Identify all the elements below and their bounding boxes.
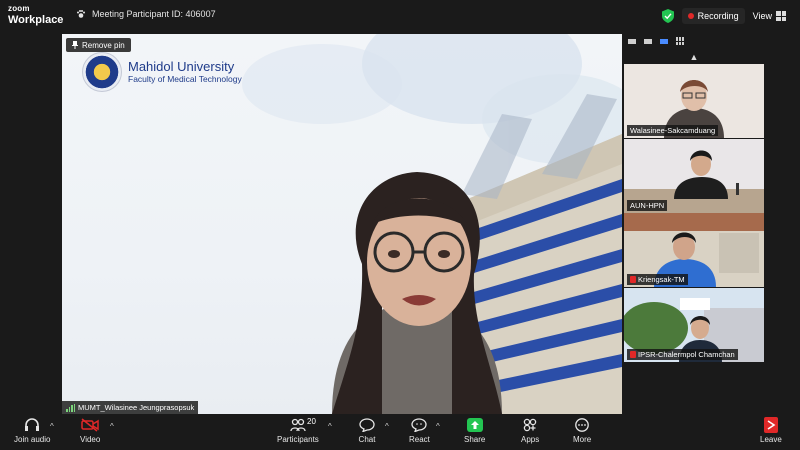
shield-icon[interactable] [661, 9, 674, 23]
share-screen-icon [466, 417, 484, 433]
brand-line-1: zoom [8, 4, 30, 13]
meeting-info[interactable]: Meeting Participant ID: 406007 [76, 9, 216, 19]
pin-icon [72, 41, 78, 49]
react-icon [410, 417, 428, 433]
react-label: React [409, 435, 430, 444]
meeting-id-label: Meeting Participant ID: 406007 [92, 9, 216, 19]
more-button[interactable]: More [573, 417, 591, 444]
chevron-up-icon[interactable]: ^ [436, 422, 440, 431]
participant-tile-1[interactable]: Walasinee-Sakcamduang [624, 64, 764, 138]
leave-icon [762, 417, 780, 433]
chat-button[interactable]: Chat [358, 417, 376, 444]
remove-pin-button[interactable]: Remove pin [66, 38, 131, 52]
main-participant-name: MUMT_Wilasinee Jeungprasopsuk [78, 403, 195, 412]
participants-label: Participants [277, 435, 319, 444]
participant-tile-4[interactable]: IPSR-Chalermpol Chamchan [624, 288, 764, 362]
gallery-grid-icon[interactable] [676, 37, 684, 45]
participant-name-tag-1: Walasinee-Sakcamduang [627, 125, 719, 136]
layout-option-1-icon[interactable] [628, 38, 636, 44]
grid-icon [776, 11, 786, 21]
participant-name-tag-4: IPSR-Chalermpol Chamchan [627, 349, 738, 360]
layout-option-2-icon[interactable] [644, 38, 652, 44]
share-button[interactable]: Share [464, 417, 485, 444]
brand-line-2: Workplace [8, 14, 64, 26]
more-icon [573, 417, 591, 433]
share-label: Share [464, 435, 486, 444]
zoom-logo: zoom Workplace [8, 5, 63, 26]
participant-tile-3[interactable]: Kriengsak-TM [624, 213, 764, 287]
chevron-up-icon[interactable]: ^ [385, 422, 389, 431]
leave-button[interactable]: Leave [760, 417, 782, 444]
recording-dot-icon [687, 13, 694, 19]
remove-pin-label: Remove pin [82, 40, 125, 50]
recording-indicator[interactable]: Recording [681, 8, 745, 24]
chevron-up-icon[interactable]: ^ [50, 422, 54, 431]
university-logo: Mahidol University Faculty of Medical Te… [82, 52, 242, 92]
view-label: View [752, 11, 772, 21]
apps-icon [521, 417, 539, 433]
signal-icon [66, 403, 75, 412]
paw-icon [77, 10, 85, 18]
video-off-icon [81, 417, 99, 433]
join-audio-label: Join audio [14, 435, 51, 444]
layout-option-3-icon[interactable] [660, 38, 668, 44]
participants-count: 20 [307, 417, 316, 426]
meeting-toolbar: Join audio ^ Video ^ Participants 20 ^ C… [0, 414, 800, 450]
participants-icon [289, 417, 307, 433]
video-label: Video [80, 435, 101, 444]
chat-label: Chat [358, 435, 376, 444]
recording-label: Recording [697, 11, 739, 21]
gallery-scroll-up-button[interactable]: ▲ [622, 50, 766, 64]
video-button[interactable]: Video [80, 417, 100, 444]
main-video[interactable]: Mahidol University Faculty of Medical Te… [62, 34, 622, 414]
apps-label: Apps [521, 435, 540, 444]
main-participant-name-tag: MUMT_Wilasinee Jeungprasopsuk [62, 401, 199, 414]
participant-name-4: IPSR-Chalermpol Chamchan [638, 350, 735, 359]
more-label: More [573, 435, 592, 444]
view-button[interactable]: View [753, 11, 786, 21]
top-bar: zoom Workplace Meeting Participant ID: 4… [0, 0, 800, 34]
gallery-layout-switcher [622, 34, 766, 48]
chat-icon [358, 417, 376, 433]
apps-button[interactable]: Apps [521, 417, 539, 444]
participant-name-2: AUN-HPN [630, 201, 665, 210]
react-button[interactable]: React [409, 417, 430, 444]
chevron-up-icon[interactable]: ^ [110, 422, 114, 431]
chevron-up-icon[interactable]: ^ [328, 422, 332, 431]
faculty-name: Faculty of Medical Technology [128, 74, 242, 85]
leave-label: Leave [760, 435, 782, 444]
participant-name-tag-3: Kriengsak-TM [627, 274, 688, 285]
headphones-icon [23, 417, 41, 433]
mic-muted-icon [630, 351, 636, 358]
participant-name-3: Kriengsak-TM [638, 275, 685, 284]
participant-name-1: Walasinee-Sakcamduang [630, 126, 716, 135]
join-audio-button[interactable]: Join audio [14, 417, 50, 444]
participant-tile-2[interactable]: AUN-HPN [624, 139, 764, 213]
participant-name-tag-2: AUN-HPN [627, 200, 668, 211]
university-seal-icon [82, 52, 122, 92]
mic-muted-icon [630, 276, 636, 283]
university-name: Mahidol University [128, 58, 235, 74]
chevron-up-icon: ▲ [689, 52, 699, 62]
speaker-video [332, 172, 502, 414]
